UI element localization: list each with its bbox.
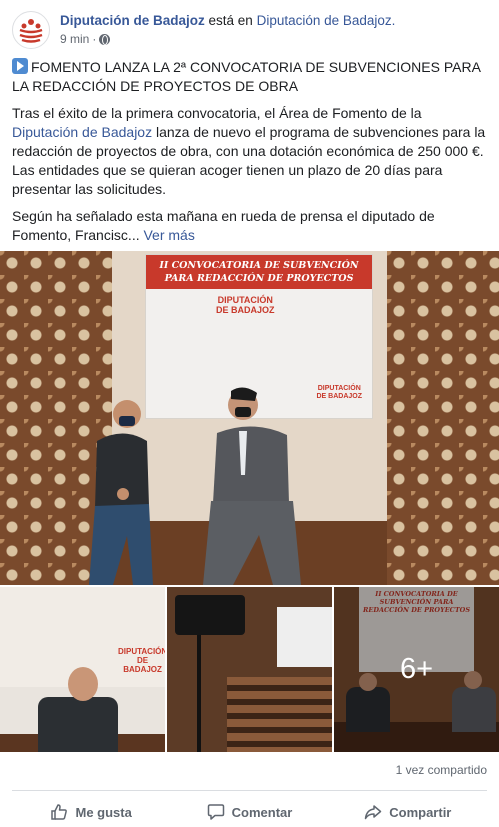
photo-thumbnail-3[interactable]: II CONVOCATORIA DE SUBVENCIÓN PARA REDAC… <box>334 587 499 752</box>
share-count[interactable]: 1 vez compartido <box>396 763 487 777</box>
share-button[interactable]: Compartir <box>329 796 487 827</box>
more-photos-overlay[interactable]: 6+ <box>334 587 499 752</box>
header-text: Diputación de Badajoz está en Diputación… <box>60 12 395 48</box>
post-paragraph-2: Según ha señalado esta mañana en rueda d… <box>12 207 490 245</box>
thumbnail-1-logo-line-1: DIPUTACIÓN <box>118 647 165 656</box>
paragraph-1-text-a: Tras el éxito de la primera convocatoria… <box>12 105 422 121</box>
screen-logo-line-1: DIPUTACIÓN <box>217 295 273 305</box>
speaker-left-figure <box>89 400 153 585</box>
thumbnail-1-person <box>38 697 118 752</box>
see-more-link[interactable]: Ver más <box>143 227 194 243</box>
thumbnail-1-logo: DIPUTACIÓN DE BADAJOZ <box>118 647 165 674</box>
post-paragraph-1: Tras el éxito de la primera convocatoria… <box>12 104 490 199</box>
video-camera-icon <box>175 595 245 635</box>
diputacion-mention-link[interactable]: Diputación de Badajoz <box>12 124 152 140</box>
diputacion-logo-icon <box>19 19 43 43</box>
post-body: FOMENTO LANZA LA 2ª CONVOCATORIA DE SUBV… <box>12 58 490 253</box>
play-button-emoji-icon <box>12 58 28 74</box>
photo-thumbnail-2[interactable] <box>167 587 332 752</box>
screen-logo: DIPUTACIÓN DE BADAJOZ <box>216 295 275 315</box>
author-line: Diputación de Badajoz está en Diputación… <box>60 12 395 30</box>
screen-logo-small-line-2: DE BADAJOZ <box>316 393 362 400</box>
thumbnail-1-person-head <box>68 667 98 701</box>
post-title-text: FOMENTO LANZA LA 2ª CONVOCATORIA DE SUBV… <box>12 59 481 94</box>
screen-logo-small-line-1: DIPUTACIÓN <box>317 385 361 392</box>
globe-icon <box>99 33 111 45</box>
wooden-lattice-right <box>387 251 499 585</box>
share-label: Compartir <box>389 804 452 820</box>
thumbs-up-icon <box>51 804 68 820</box>
thumbnail-2-seating-rows <box>227 677 332 752</box>
connector-text: está en <box>208 13 253 28</box>
post-title: FOMENTO LANZA LA 2ª CONVOCATORIA DE SUBV… <box>12 58 490 96</box>
thumbnail-1-logo-line-2: DE BADAJOZ <box>123 656 162 674</box>
like-button[interactable]: Me gusta <box>12 796 170 827</box>
action-divider <box>12 790 487 791</box>
speaker-right-figure <box>203 387 301 585</box>
comment-icon <box>207 804 224 820</box>
page-avatar[interactable] <box>12 11 50 49</box>
page-name-link[interactable]: Diputación de Badajoz <box>60 13 205 28</box>
meta-line: 9 min · <box>60 30 395 48</box>
meta-separator: · <box>92 32 97 46</box>
post-header: Diputación de Badajoz está en Diputación… <box>12 10 487 50</box>
screen-logo-line-2: DE BADAJOZ <box>216 305 275 315</box>
comment-label: Comentar <box>231 804 293 820</box>
like-label: Me gusta <box>75 804 132 820</box>
screen-logo-small: DIPUTACIÓN DE BADAJOZ <box>316 385 362 401</box>
photo-thumbnail-1[interactable]: DIPUTACIÓN DE BADAJOZ <box>0 587 165 752</box>
tripod-icon <box>197 635 201 752</box>
place-link[interactable]: Diputación de Badajoz. <box>257 13 396 28</box>
post-timestamp[interactable]: 9 min <box>60 30 89 48</box>
action-bar: Me gusta Comentar Compartir <box>12 796 487 827</box>
more-photos-count: 6+ <box>399 653 434 685</box>
screen-title: II CONVOCATORIA DE SUBVENCIÓN PARA REDAC… <box>146 255 372 289</box>
paragraph-2-text: Según ha señalado esta mañana en rueda d… <box>12 208 435 243</box>
comment-button[interactable]: Comentar <box>170 796 328 827</box>
share-arrow-icon <box>365 805 382 820</box>
thumbnail-2-screen <box>277 607 332 667</box>
